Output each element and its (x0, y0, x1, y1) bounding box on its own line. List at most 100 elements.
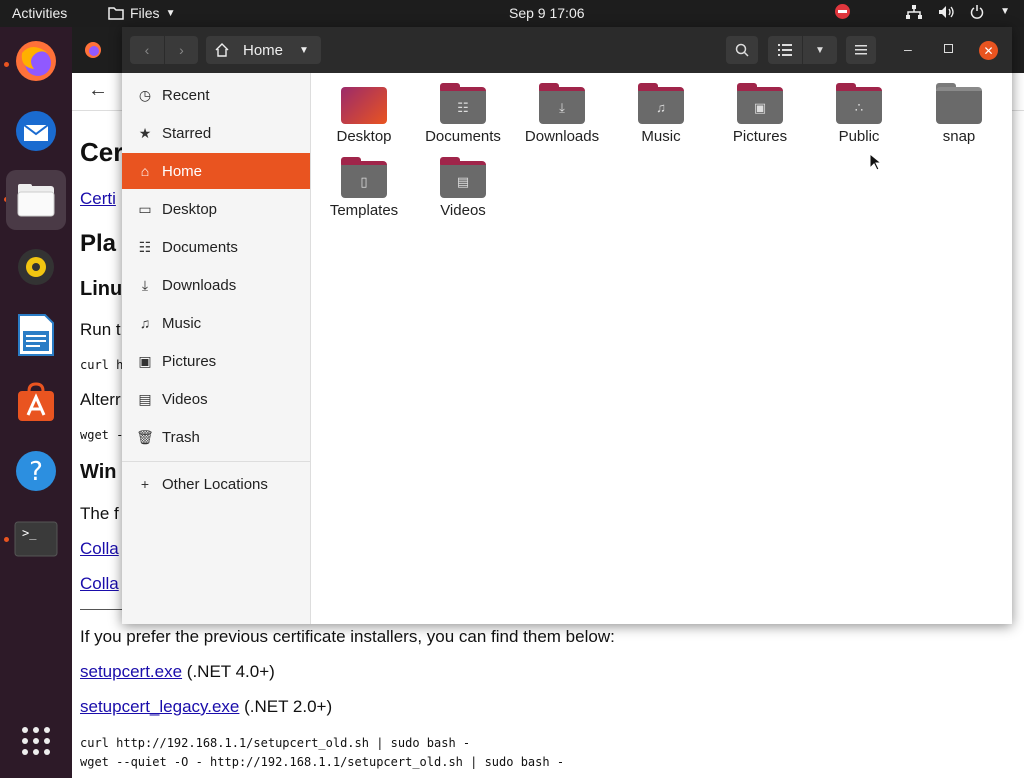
alternative-text: Alterr (80, 390, 121, 409)
chevron-left-icon: ‹ (144, 42, 150, 58)
pictures-folder-icon: ▣ (737, 83, 783, 124)
folder-templates[interactable]: ▯ Templates (314, 147, 414, 219)
maximize-button[interactable] (944, 44, 953, 53)
documents-folder-icon: ☷ (440, 83, 486, 124)
sidebar-item-downloads[interactable]: ⤓ Downloads (122, 267, 310, 303)
top-bar: Activities Files ▼ Sep 9 17:06 ▼ (0, 0, 1024, 27)
setupcert-legacy-link[interactable]: setupcert_legacy.exe (80, 697, 239, 716)
the-text: The f (80, 504, 119, 523)
search-button[interactable] (726, 36, 758, 64)
folder-public[interactable]: ∴ Public (809, 73, 909, 145)
folder-music[interactable]: ♫ Music (611, 73, 711, 145)
svg-text:?: ? (29, 457, 43, 487)
folder-icon (108, 7, 124, 20)
folder-documents[interactable]: ☷ Documents (413, 73, 513, 145)
path-bar[interactable]: Home ▼ (206, 36, 321, 64)
files-icon[interactable] (6, 170, 66, 230)
hamburger-menu-icon (855, 45, 867, 55)
minimize-button[interactable]: – (904, 41, 912, 57)
star-icon: ★ (138, 124, 152, 141)
sidebar-item-label: Other Locations (162, 475, 268, 493)
menu-button[interactable] (846, 36, 876, 64)
list-view-button[interactable] (768, 36, 802, 64)
app-center-icon[interactable] (12, 379, 60, 427)
chevron-down-icon[interactable]: ▼ (299, 45, 309, 56)
video-icon: ▤ (138, 390, 152, 407)
files-window: ‹ › Home ▼ ▼ – ✕ ◷ Recent ★ Starred ⌂ Ho… (122, 27, 1012, 624)
wget-old-command: wget --quiet -O - http://192.168.1.1/set… (80, 755, 565, 769)
activities-button[interactable]: Activities (12, 5, 67, 21)
do-not-disturb-icon[interactable] (835, 4, 851, 19)
folder-label: Public (838, 128, 880, 145)
run-text: Run t (80, 320, 121, 339)
firefox-icon[interactable] (12, 37, 60, 85)
power-icon[interactable] (970, 4, 984, 19)
sidebar-item-label: Trash (162, 428, 200, 446)
certificate-link[interactable]: Certi (80, 189, 116, 209)
close-button[interactable]: ✕ (979, 41, 998, 60)
sidebar-item-label: Recent (162, 86, 210, 104)
setupcert-note: (.NET 4.0+) (182, 662, 275, 681)
folder-label: Music (641, 128, 681, 145)
folder-label: Desktop (336, 128, 392, 145)
thunderbird-icon[interactable] (12, 107, 60, 155)
previous-installers-text: If you prefer the previous certificate i… (80, 627, 615, 646)
dock: ? >_ (0, 27, 72, 778)
home-icon (215, 43, 229, 57)
windows-heading: Win (80, 461, 117, 483)
downloads-folder-icon: ⤓ (539, 83, 585, 124)
folder-pictures[interactable]: ▣ Pictures (710, 73, 810, 145)
help-icon[interactable]: ? (12, 447, 60, 495)
curl-old-command: curl http://192.168.1.1/setupcert_old.sh… (80, 736, 471, 750)
sidebar-item-recent[interactable]: ◷ Recent (122, 77, 310, 113)
sidebar-item-trash[interactable]: 🗑 Trash (122, 419, 310, 455)
app-menu[interactable]: Files ▼ (108, 5, 175, 21)
curl-command: curl h (80, 358, 124, 372)
chevron-down-icon: ▼ (815, 44, 825, 56)
list-view-icon (778, 44, 792, 56)
sidebar-item-other-locations[interactable]: + Other Locations (122, 466, 310, 502)
sidebar-item-home[interactable]: ⌂ Home (122, 153, 310, 189)
volume-icon[interactable] (938, 5, 954, 19)
network-icon[interactable] (906, 4, 923, 19)
sidebar-item-label: Desktop (162, 200, 218, 218)
close-icon: ✕ (983, 43, 994, 58)
back-button[interactable]: ‹ (130, 36, 164, 64)
libreoffice-writer-icon[interactable] (12, 311, 60, 359)
sidebar-item-documents[interactable]: ☷ Documents (122, 229, 310, 265)
sidebar-item-desktop[interactable]: ▭ Desktop (122, 191, 310, 227)
terminal-icon[interactable]: >_ (12, 515, 60, 563)
system-tray[interactable]: ▼ (835, 4, 1010, 19)
desktop-icon: ▭ (138, 200, 152, 217)
running-indicator (4, 62, 9, 67)
setupcert-link[interactable]: setupcert.exe (80, 662, 182, 681)
folder-videos[interactable]: ▤ Videos (413, 147, 513, 219)
folder-grid: Desktop ☷ Documents ⤓ Downloads ♫ Music … (312, 73, 1012, 624)
sidebar-item-videos[interactable]: ▤ Videos (122, 381, 310, 417)
mouse-cursor-icon (869, 153, 881, 171)
folder-snap[interactable]: snap (909, 73, 1009, 145)
chevron-down-icon[interactable]: ▼ (1000, 6, 1010, 17)
sidebar-item-label: Videos (162, 390, 208, 408)
firefox-tab-icon[interactable] (84, 41, 102, 59)
sidebar-item-starred[interactable]: ★ Starred (122, 115, 310, 151)
sidebar-item-label: Music (162, 314, 202, 332)
sidebar-item-music[interactable]: ♫ Music (122, 305, 310, 341)
folder-label: Pictures (732, 128, 788, 145)
search-icon (735, 43, 749, 57)
folder-desktop[interactable]: Desktop (314, 73, 414, 145)
sidebar-separator (122, 461, 310, 462)
rhythmbox-icon[interactable] (12, 243, 60, 291)
clock[interactable]: Sep 9 17:06 (509, 5, 585, 21)
back-arrow-icon[interactable]: ← (88, 79, 108, 102)
sidebar-item-label: Starred (162, 124, 212, 142)
forward-button[interactable]: › (164, 36, 198, 64)
show-applications-icon[interactable] (12, 717, 60, 765)
collabora-link-1[interactable]: Colla (80, 539, 119, 559)
view-options-button[interactable]: ▼ (803, 36, 837, 64)
snap-folder-icon (936, 83, 982, 124)
collabora-link-2[interactable]: Colla (80, 574, 119, 594)
folder-label: snap (942, 128, 976, 145)
sidebar-item-pictures[interactable]: ▣ Pictures (122, 343, 310, 379)
folder-downloads[interactable]: ⤓ Downloads (512, 73, 612, 145)
